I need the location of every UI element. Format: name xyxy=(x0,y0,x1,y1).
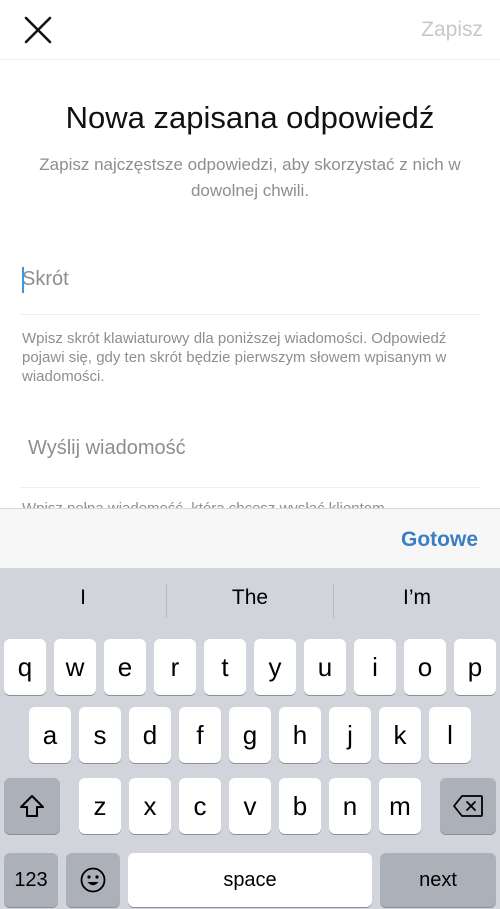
message-field[interactable] xyxy=(20,408,480,488)
key-i[interactable]: i xyxy=(354,639,396,695)
key-e[interactable]: e xyxy=(104,639,146,695)
key-c[interactable]: c xyxy=(179,778,221,834)
key-g[interactable]: g xyxy=(229,707,271,763)
key-j[interactable]: j xyxy=(329,707,371,763)
suggestion-2[interactable]: The xyxy=(167,586,333,610)
keyboard-accessory-bar: Gotowe xyxy=(0,508,500,568)
key-r[interactable]: r xyxy=(154,639,196,695)
backspace-icon[interactable] xyxy=(440,778,496,834)
suggestion-1[interactable]: I xyxy=(0,586,166,610)
key-t[interactable]: t xyxy=(204,639,246,695)
space-key[interactable]: space xyxy=(128,853,372,907)
shift-icon[interactable] xyxy=(4,778,60,834)
shortcut-field[interactable] xyxy=(20,258,480,315)
key-m[interactable]: m xyxy=(379,778,421,834)
close-icon[interactable] xyxy=(20,12,56,48)
top-bar: Zapisz xyxy=(0,0,500,60)
key-k[interactable]: k xyxy=(379,707,421,763)
message-hint: Wpisz pełną wiadomość, którą chcesz wysł… xyxy=(22,500,385,508)
shortcut-hint: Wpisz skrót klawiaturowy dla poniższej w… xyxy=(22,330,447,385)
suggestion-3[interactable]: I’m xyxy=(334,586,500,610)
keyboard: I The I’m q w e r t y u i o p a s d f g … xyxy=(0,568,500,909)
page-title: Nowa zapisana odpowiedź xyxy=(65,100,435,135)
key-b[interactable]: b xyxy=(279,778,321,834)
numbers-key[interactable]: 123 xyxy=(4,853,58,907)
emoji-icon[interactable] xyxy=(66,853,120,907)
key-l[interactable]: l xyxy=(429,707,471,763)
next-key[interactable]: next xyxy=(380,853,496,907)
suggestion-bar: I The I’m xyxy=(0,568,500,636)
key-u[interactable]: u xyxy=(304,639,346,695)
key-q[interactable]: q xyxy=(4,639,46,695)
key-p[interactable]: p xyxy=(454,639,496,695)
key-o[interactable]: o xyxy=(404,639,446,695)
key-h[interactable]: h xyxy=(279,707,321,763)
key-n[interactable]: n xyxy=(329,778,371,834)
key-d[interactable]: d xyxy=(129,707,171,763)
text-cursor xyxy=(22,267,24,293)
key-s[interactable]: s xyxy=(79,707,121,763)
key-z[interactable]: z xyxy=(79,778,121,834)
message-hint-container: Wpisz pełną wiadomość, którą chcesz wysł… xyxy=(0,490,500,508)
done-button[interactable]: Gotowe xyxy=(401,528,478,552)
key-y[interactable]: y xyxy=(254,639,296,695)
key-x[interactable]: x xyxy=(129,778,171,834)
key-f[interactable]: f xyxy=(179,707,221,763)
save-button[interactable]: Zapisz xyxy=(421,18,483,42)
key-v[interactable]: v xyxy=(229,778,271,834)
key-w[interactable]: w xyxy=(54,639,96,695)
page-subtitle: Zapisz najczęstsze odpowiedzi, aby skorz… xyxy=(39,155,461,200)
message-input[interactable] xyxy=(28,418,468,478)
shortcut-input[interactable] xyxy=(20,258,480,314)
key-a[interactable]: a xyxy=(29,707,71,763)
